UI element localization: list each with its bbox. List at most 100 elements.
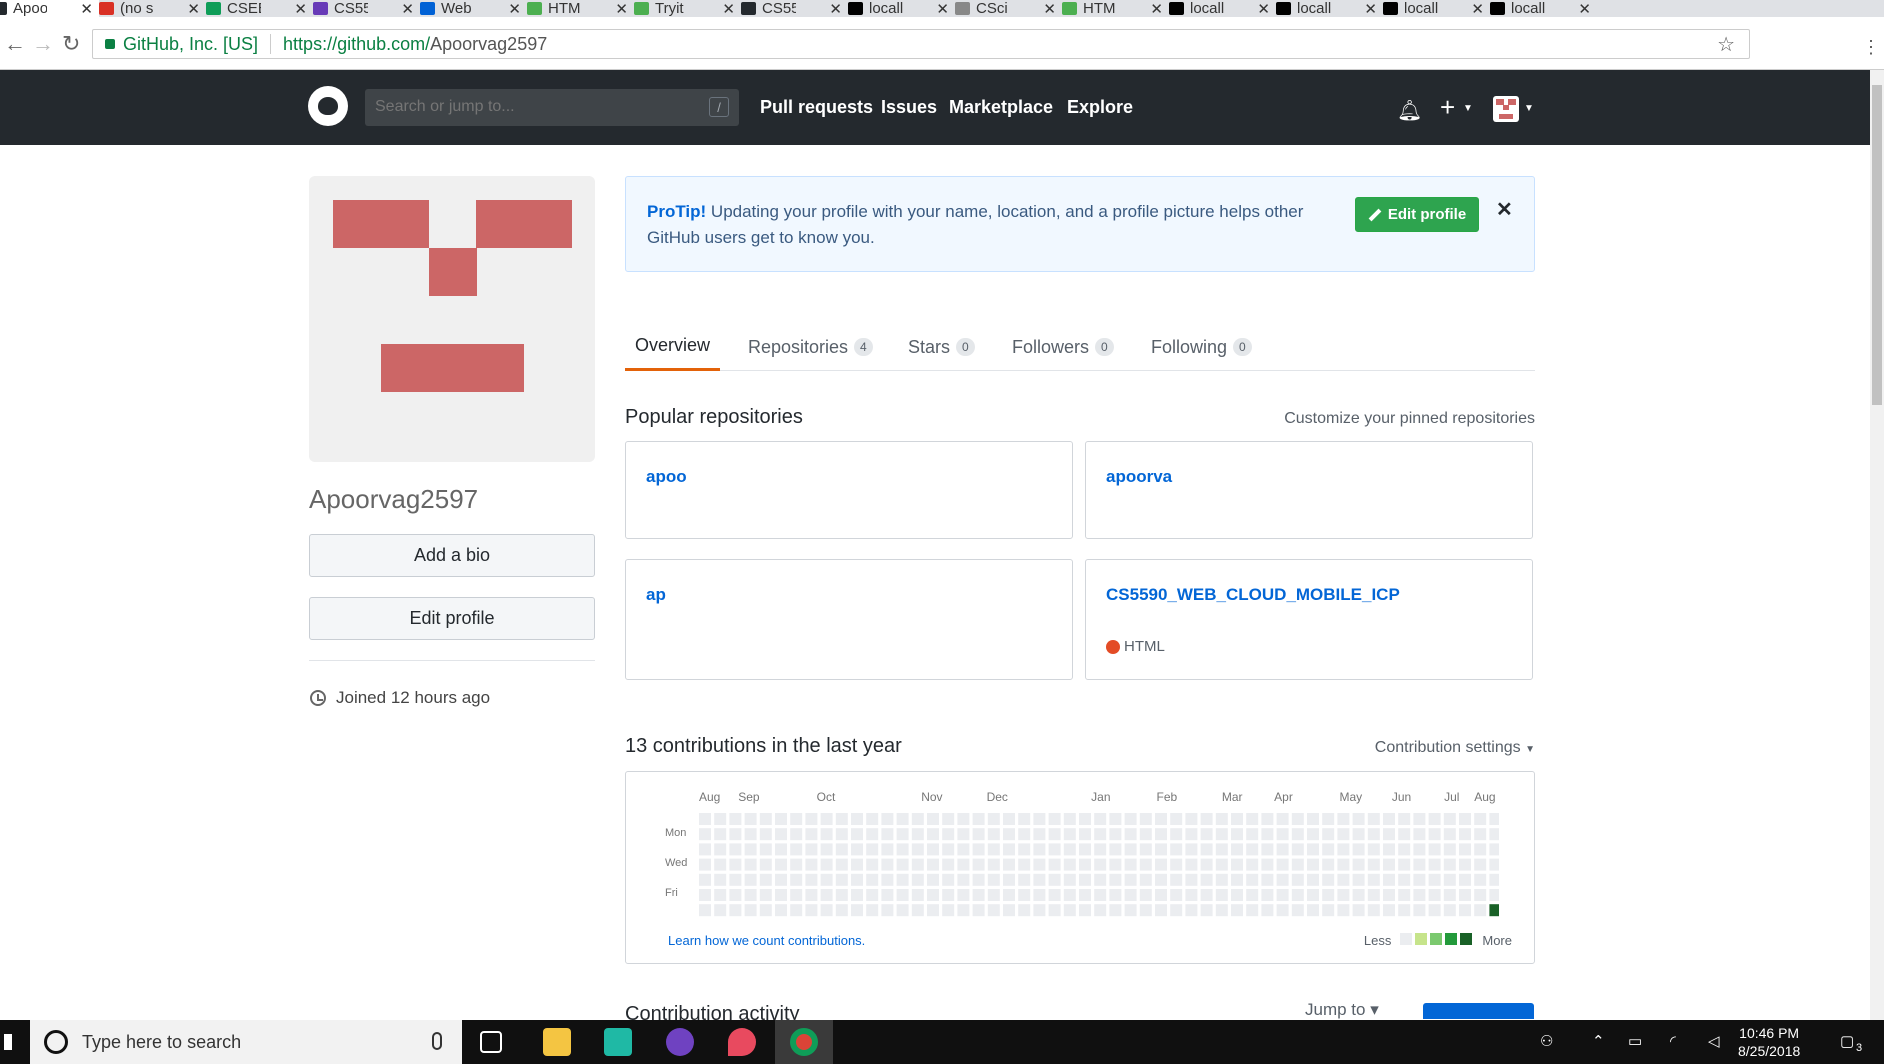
contribution-day[interactable] (1428, 904, 1441, 917)
contribution-day[interactable] (1139, 813, 1152, 825)
contribution-day[interactable] (775, 843, 787, 856)
contribution-day[interactable] (1185, 843, 1198, 856)
contribution-day[interactable] (1048, 873, 1061, 886)
contribution-day[interactable] (1155, 904, 1167, 917)
contribution-day[interactable] (1337, 843, 1350, 856)
contribution-day[interactable] (1185, 873, 1198, 886)
close-tab-icon[interactable]: ✕ (1471, 0, 1484, 18)
contribution-day[interactable] (1231, 904, 1243, 917)
system-clock[interactable]: 10:46 PM 8/25/2018 (1738, 1024, 1800, 1060)
contribution-day[interactable] (1276, 904, 1289, 917)
close-tab-icon[interactable]: ✕ (187, 0, 200, 18)
contribution-day[interactable] (1094, 873, 1107, 886)
contribution-day[interactable] (1307, 843, 1319, 856)
contribution-day[interactable] (1291, 889, 1304, 901)
repo-link[interactable]: CS5590_WEB_CLOUD_MOBILE_ICP (1106, 585, 1400, 605)
contribution-day[interactable] (1276, 889, 1289, 901)
contribution-day[interactable] (1018, 843, 1031, 856)
contribution-day[interactable] (866, 889, 879, 901)
contribution-day[interactable] (1170, 828, 1183, 841)
header-search[interactable]: / (365, 89, 739, 126)
scrollbar-thumb[interactable] (1872, 85, 1882, 405)
browser-tab[interactable]: CS55 ✕ (313, 0, 420, 17)
people-icon[interactable]: ⚇ (1540, 1032, 1553, 1050)
contribution-day[interactable] (1459, 813, 1471, 825)
contribution-day[interactable] (729, 828, 742, 841)
repo-link[interactable]: apoo (646, 467, 687, 487)
contribution-day[interactable] (1109, 858, 1122, 871)
contribution-day[interactable] (896, 858, 909, 871)
contribution-day[interactable] (1398, 828, 1411, 841)
contribution-day[interactable] (957, 813, 970, 825)
contribution-day[interactable] (851, 889, 863, 901)
contribution-day[interactable] (1200, 813, 1213, 825)
contribution-day[interactable] (1079, 889, 1091, 901)
contribution-day[interactable] (1307, 828, 1319, 841)
back-icon[interactable]: ← (4, 31, 26, 57)
contribution-day[interactable] (775, 813, 787, 825)
contribution-day[interactable] (1200, 843, 1213, 856)
browser-tab[interactable]: (no s ✕ (99, 0, 206, 17)
contribution-day[interactable] (1367, 858, 1380, 871)
contribution-day[interactable] (927, 828, 939, 841)
contribution-day[interactable] (820, 873, 833, 886)
close-tab-icon[interactable]: ✕ (829, 0, 842, 18)
browser-tab[interactable]: locall ✕ (848, 0, 955, 17)
contribution-day[interactable] (1413, 843, 1426, 856)
contribution-day[interactable] (1383, 873, 1395, 886)
year-button[interactable] (1423, 1003, 1534, 1019)
notifications-icon[interactable]: ▢ (1840, 1032, 1854, 1050)
tab-followers[interactable]: Followers 0 (1002, 323, 1124, 371)
close-tab-icon[interactable]: ✕ (1578, 0, 1591, 18)
contribution-day[interactable] (911, 828, 924, 841)
contribution-day[interactable] (866, 904, 879, 917)
contribution-day[interactable] (851, 813, 863, 825)
reload-icon[interactable]: ↻ (62, 31, 80, 57)
contribution-day[interactable] (1094, 858, 1107, 871)
contribution-day[interactable] (881, 873, 894, 886)
contribution-day[interactable] (1459, 873, 1471, 886)
contribution-day[interactable] (759, 904, 772, 917)
contribution-day[interactable] (927, 889, 939, 901)
contribution-day[interactable] (942, 904, 955, 917)
contribution-day[interactable] (1063, 828, 1076, 841)
contribution-day[interactable] (1459, 828, 1471, 841)
contribution-day[interactable] (1352, 858, 1365, 871)
contribution-day[interactable] (927, 813, 939, 825)
contribution-day[interactable] (759, 828, 772, 841)
chevron-up-icon[interactable]: ⌃ (1592, 1032, 1605, 1050)
contribution-day[interactable] (1063, 904, 1076, 917)
contribution-day[interactable] (1413, 828, 1426, 841)
contribution-day[interactable] (1094, 828, 1107, 841)
contribution-day[interactable] (1398, 873, 1411, 886)
contribution-settings-dropdown[interactable]: Contribution settings ▼ (1375, 739, 1535, 757)
contribution-day[interactable] (714, 843, 727, 856)
contribution-day[interactable] (1474, 813, 1487, 825)
browser-tab[interactable]: locall ✕ (1383, 0, 1490, 17)
search-input[interactable] (375, 98, 695, 116)
contribution-day[interactable] (1200, 828, 1213, 841)
contribution-day[interactable] (1018, 813, 1031, 825)
contribution-day[interactable] (835, 813, 848, 825)
contribution-day[interactable] (911, 873, 924, 886)
contribution-day[interactable] (972, 843, 985, 856)
contribution-day[interactable] (1033, 813, 1046, 825)
contribution-day[interactable] (1474, 828, 1487, 841)
contribution-day[interactable] (927, 858, 939, 871)
contribution-day[interactable] (866, 858, 879, 871)
contribution-day[interactable] (1276, 858, 1289, 871)
contribution-day[interactable] (1352, 904, 1365, 917)
browser-tab[interactable]: Tryit ✕ (634, 0, 741, 17)
contribution-day[interactable] (1185, 889, 1198, 901)
contribution-day[interactable] (1246, 889, 1259, 901)
contribution-day[interactable] (805, 858, 818, 871)
contribution-day[interactable] (1048, 889, 1061, 901)
contribution-day[interactable] (957, 858, 970, 871)
contribution-day[interactable] (1018, 889, 1031, 901)
contribution-day[interactable] (1246, 828, 1259, 841)
contribution-day[interactable] (1231, 889, 1243, 901)
contribution-day[interactable] (1307, 889, 1319, 901)
contribution-day[interactable] (866, 828, 879, 841)
contribution-day[interactable] (1124, 843, 1137, 856)
browser-tab[interactable]: Apoo ✕ (0, 0, 99, 17)
